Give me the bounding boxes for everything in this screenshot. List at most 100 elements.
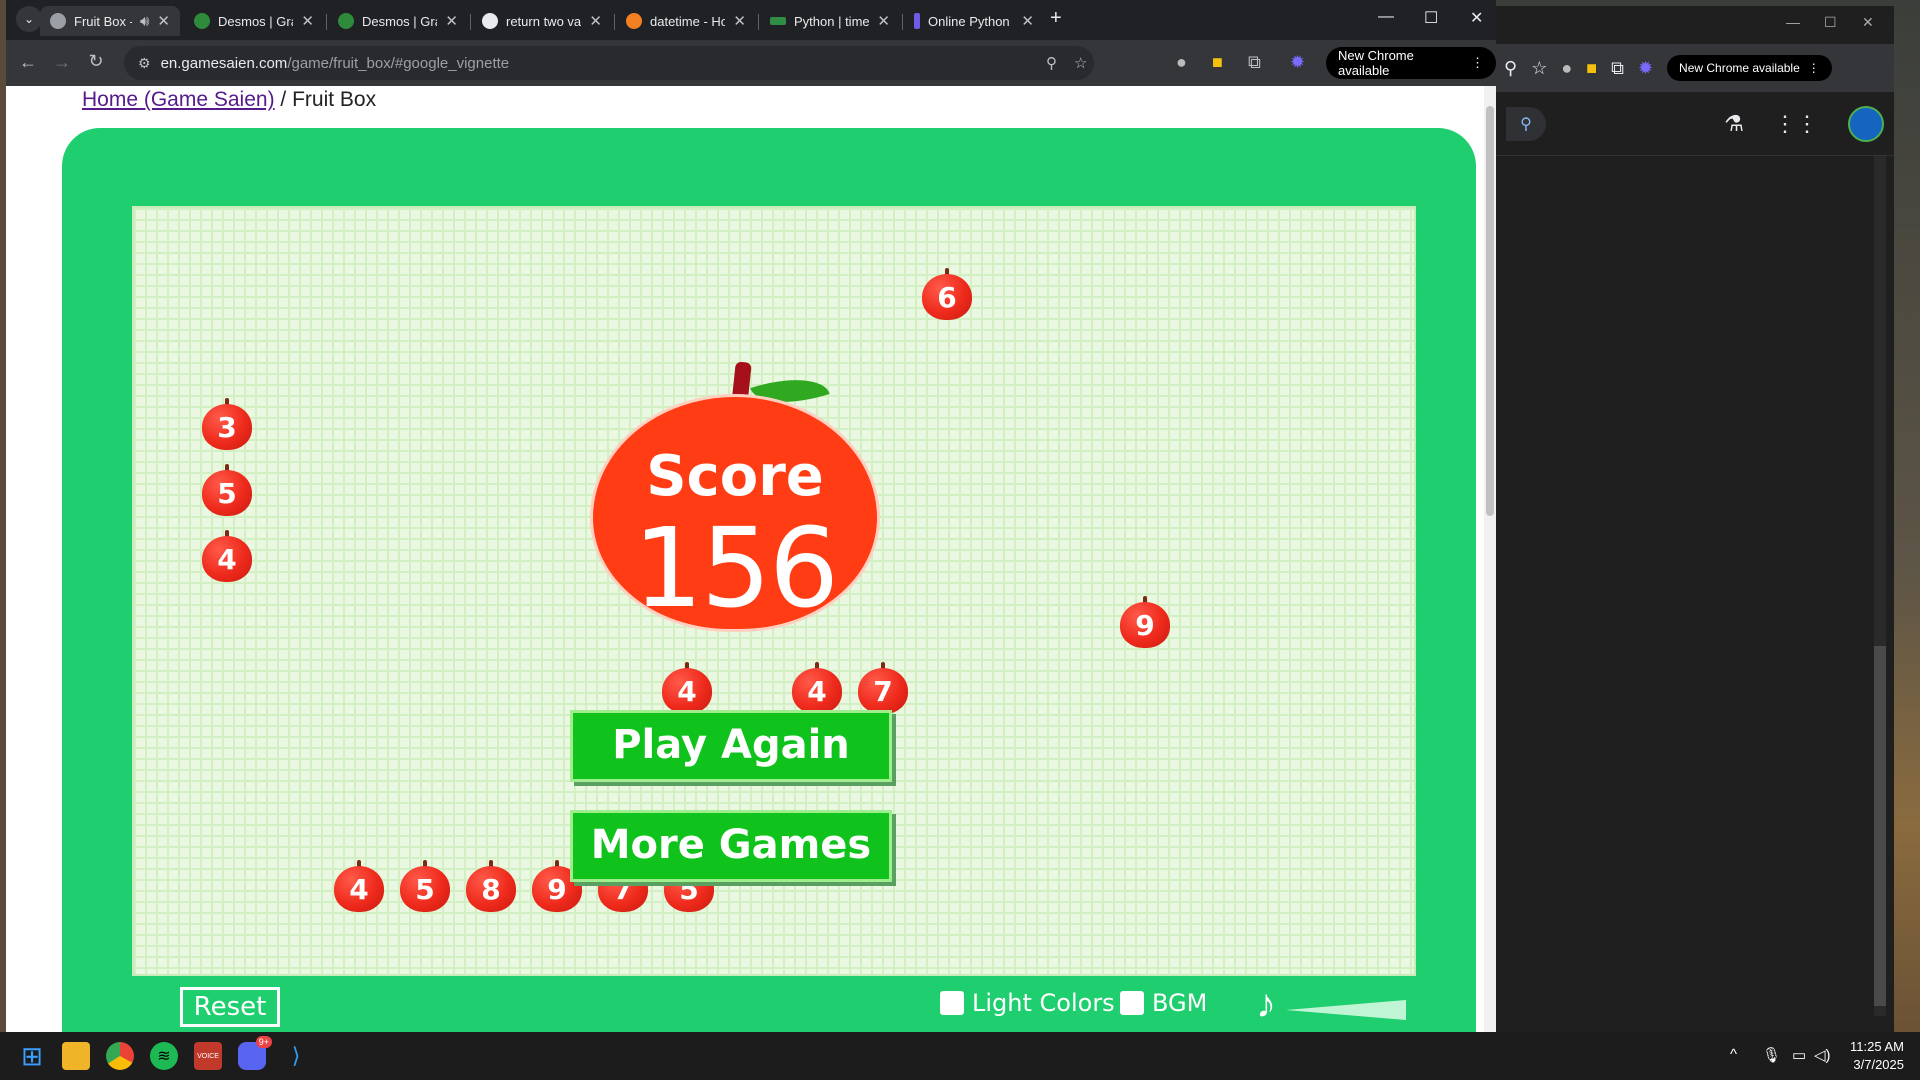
taskbar: ⊞ ≋ VOICE 9+ ⟩ ^ 🎙︎ ▭ ◁) 11:25 AM 3/7/20… — [0, 1032, 1920, 1080]
profile-icon[interactable]: ✹ — [1638, 58, 1653, 79]
bookmark-star-icon[interactable]: ☆ — [1074, 54, 1087, 72]
browser-toolbar: ← → ↻ ⚙ en.gamesaien.com/game/fruit_box/… — [6, 40, 1496, 86]
browser-window: ⌄ Fruit Box - Free 🔊︎ ✕ Desmos | Graphin… — [6, 0, 1496, 1032]
discord-icon[interactable]: 9+ — [238, 1036, 272, 1070]
puzzle-icon[interactable]: ⧉ — [1248, 52, 1261, 73]
new-chrome-button[interactable]: New Chrome available ⋮ — [1326, 47, 1496, 79]
apple[interactable]: 9 — [1120, 596, 1170, 648]
apple[interactable]: 7 — [858, 662, 908, 714]
bgm-checkbox[interactable] — [1120, 991, 1144, 1015]
scrollbar-thumb[interactable] — [1486, 106, 1494, 516]
new-chrome-button[interactable]: New Chrome available ⋮ — [1667, 55, 1832, 81]
tab-desmos-2[interactable]: Desmos | Graphing ✕ — [328, 6, 468, 36]
close-tab-icon[interactable]: ✕ — [733, 12, 746, 30]
account-avatar[interactable] — [1848, 105, 1884, 142]
search-icon[interactable]: ⚲ — [1506, 106, 1546, 141]
tab-desmos-1[interactable]: Desmos | Graphing ✕ — [184, 6, 324, 36]
apple[interactable]: 4 — [662, 662, 712, 714]
extension-icon[interactable]: ■ — [1586, 58, 1597, 79]
system-clock[interactable]: 11:25 AM 3/7/2025 — [1834, 1038, 1904, 1074]
desmos-icon — [338, 13, 354, 29]
apple[interactable]: 4 — [792, 662, 842, 714]
zoom-icon[interactable]: ⚲ — [1504, 58, 1517, 79]
maximize-icon[interactable]: ☐ — [1424, 8, 1438, 28]
extension-circle-icon[interactable]: ● — [1176, 52, 1187, 73]
bookmark-star-icon[interactable]: ☆ — [1531, 58, 1547, 79]
file-explorer-icon[interactable] — [62, 1042, 90, 1070]
close-tab-icon[interactable]: ✕ — [445, 12, 458, 30]
tab-label: datetime - How do — [650, 13, 726, 29]
apple[interactable]: 6 — [922, 268, 972, 320]
close-tab-icon[interactable]: ✕ — [301, 12, 314, 30]
forward-icon[interactable]: → — [46, 52, 78, 73]
tab-gfg[interactable]: Python | time.time() ✕ — [760, 6, 900, 36]
apple[interactable]: 5 — [202, 464, 252, 516]
close-icon[interactable]: ✕ — [1862, 14, 1874, 31]
vscode-icon[interactable]: ⟩ — [282, 1042, 310, 1070]
apple-number: 4 — [334, 866, 384, 912]
network-icon[interactable]: ▭ — [1792, 1046, 1806, 1064]
breadcrumb-separator: / — [274, 88, 293, 111]
bgm-option[interactable]: BGM — [1120, 989, 1207, 1017]
new-chrome-label: New Chrome available — [1338, 48, 1414, 78]
apple-number: 7 — [858, 668, 908, 714]
discord-badge: 9+ — [255, 1036, 272, 1048]
apple[interactable]: 4 — [334, 860, 384, 912]
url-path: /game/fruit_box/#google_vignette — [287, 54, 510, 72]
close-tab-icon[interactable]: ✕ — [1021, 12, 1034, 30]
tab-stackoverflow[interactable]: datetime - How do ✕ — [616, 6, 756, 36]
volume-icon[interactable]: ◁) — [1814, 1046, 1831, 1064]
music-note-icon: ♪ — [1256, 982, 1276, 1026]
extension-icon[interactable]: ■ — [1212, 52, 1223, 73]
scrollbar-thumb[interactable] — [1874, 646, 1886, 1006]
windows-start-icon[interactable]: ⊞ — [18, 1041, 46, 1071]
microphone-icon[interactable]: 🎙︎ — [1762, 1046, 1781, 1064]
chrome-icon[interactable] — [106, 1042, 134, 1070]
breadcrumb-home-link[interactable]: Home (Game Saien) — [82, 88, 275, 111]
profile-icon[interactable]: ✹ — [1290, 52, 1305, 73]
tab-programiz[interactable]: Online Python Com ✕ — [904, 6, 1044, 36]
apple[interactable]: 4 — [202, 530, 252, 582]
volume-slider[interactable] — [1286, 1000, 1406, 1020]
tray-chevron-icon[interactable]: ^ — [1730, 1046, 1737, 1063]
tab-search-dropdown-icon[interactable]: ⌄ — [16, 6, 42, 32]
extension-circle-icon[interactable]: ● — [1561, 58, 1572, 79]
new-chrome-label: New Chrome available — [1679, 61, 1800, 75]
voicemeeter-icon[interactable]: VOICE — [194, 1042, 222, 1070]
apple[interactable]: 5 — [400, 860, 450, 912]
window-titlebar[interactable]: — ☐ ✕ — [1496, 6, 1894, 44]
spotify-icon[interactable]: ≋ — [150, 1042, 178, 1070]
apple-number: 4 — [662, 668, 712, 714]
clock-time: 11:25 AM — [1850, 1039, 1904, 1054]
score-value: 156 — [633, 504, 839, 632]
close-tab-icon[interactable]: ✕ — [157, 12, 170, 30]
more-games-button[interactable]: More Games — [570, 810, 892, 882]
light-colors-option[interactable]: Light Colors — [940, 989, 1115, 1017]
page-scrollbar[interactable] — [1484, 86, 1496, 1032]
close-icon[interactable]: ✕ — [1470, 8, 1483, 28]
apps-grid-icon[interactable]: ⋮⋮ — [1774, 111, 1818, 137]
puzzle-icon[interactable]: ⧉ — [1611, 58, 1624, 79]
minimize-icon[interactable]: — — [1378, 8, 1394, 26]
back-icon[interactable]: ← — [12, 52, 44, 73]
address-bar[interactable]: ⚙ en.gamesaien.com/game/fruit_box/#googl… — [124, 46, 1094, 80]
reset-button[interactable]: Reset — [180, 987, 280, 1027]
close-tab-icon[interactable]: ✕ — [877, 12, 890, 30]
light-colors-checkbox[interactable] — [940, 991, 964, 1015]
apple[interactable]: 8 — [466, 860, 516, 912]
reload-icon[interactable]: ↻ — [80, 51, 112, 72]
google-bar: ⚲ ⚗ ⋮⋮ — [1496, 92, 1894, 156]
labs-flask-icon[interactable]: ⚗ — [1724, 111, 1744, 137]
play-again-button[interactable]: Play Again — [570, 710, 892, 782]
speaker-icon[interactable]: 🔊︎ — [140, 13, 149, 30]
apple[interactable]: 3 — [202, 398, 252, 450]
tab-fruit-box[interactable]: Fruit Box - Free 🔊︎ ✕ — [40, 6, 180, 36]
background-browser-window[interactable]: — ☐ ✕ ⚲ ☆ ● ■ ⧉ ✹ New Chrome available ⋮ … — [1496, 6, 1894, 1032]
zoom-icon[interactable]: ⚲ — [1046, 54, 1057, 72]
site-info-icon[interactable]: ⚙ — [138, 55, 151, 72]
tab-google-search[interactable]: return two variables ✕ — [472, 6, 612, 36]
minimize-icon[interactable]: — — [1786, 14, 1800, 30]
new-tab-icon[interactable]: + — [1050, 7, 1062, 30]
maximize-icon[interactable]: ☐ — [1824, 14, 1837, 31]
close-tab-icon[interactable]: ✕ — [589, 12, 602, 30]
